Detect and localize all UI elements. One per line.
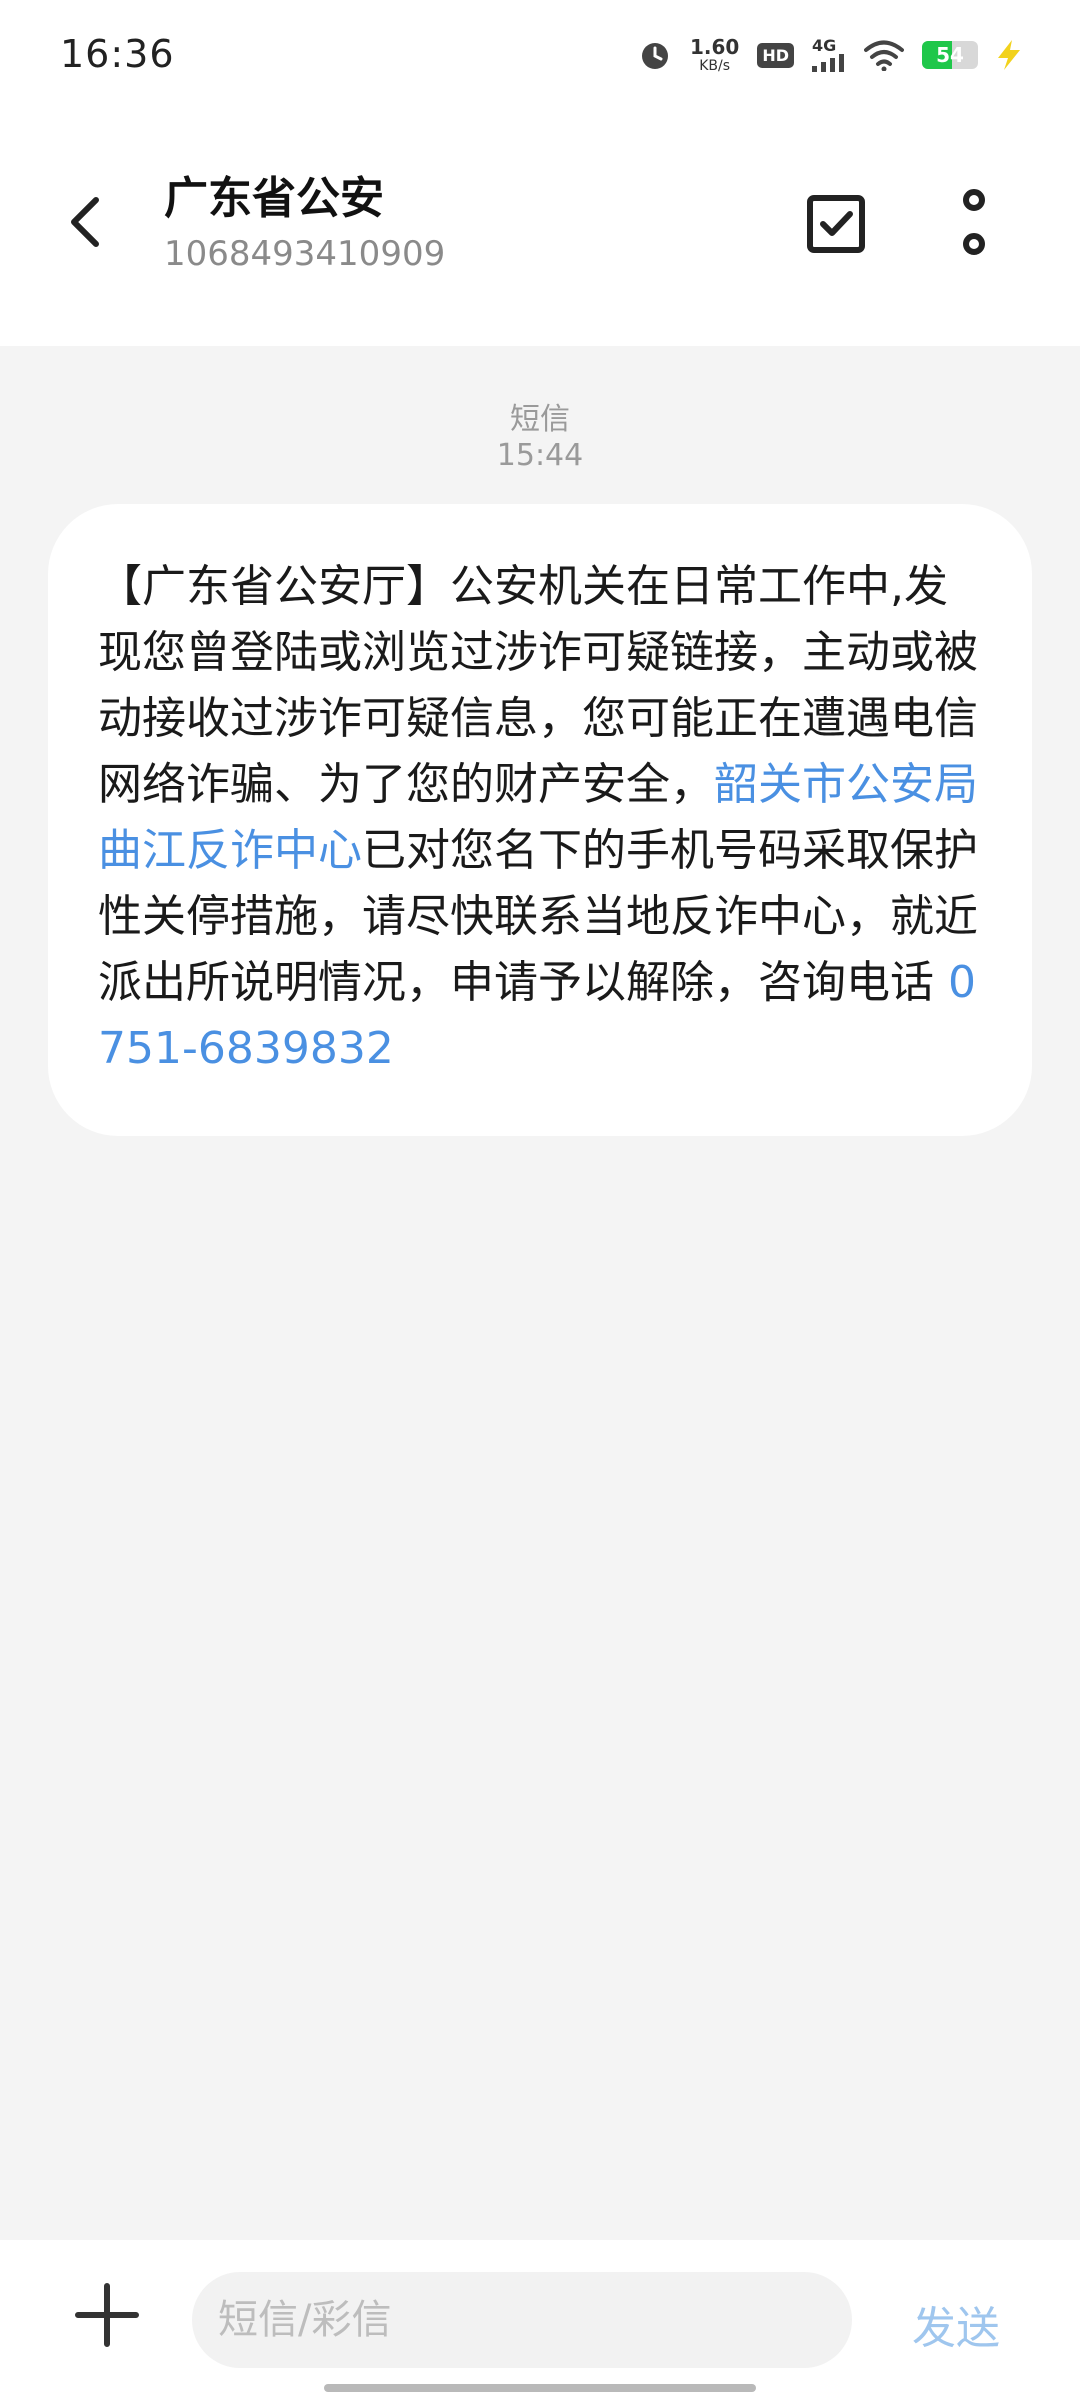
message-bubble[interactable]: 【广东省公安厅】公安机关在日常工作中,发现您曾登陆或浏览过涉诈可疑链接，主动或被…: [48, 504, 1032, 1136]
status-bar: 16:36 1.60 KB/s HD 4G 54: [0, 0, 1080, 110]
contact-name: 广东省公安: [164, 173, 384, 224]
hd-icon: HD: [757, 42, 794, 68]
wifi-icon: [864, 40, 904, 71]
message-text: 【广东省公安厅】公安机关在日常工作中,发现您曾登陆或浏览过涉诈可疑链接，主动或被…: [98, 554, 982, 1082]
add-attachment-icon[interactable]: [74, 2282, 140, 2348]
status-icons: 1.60 KB/s HD 4G 54: [638, 30, 1022, 80]
battery-level: 54: [936, 43, 964, 67]
charging-icon: [998, 40, 1020, 70]
message-timestamp: 15:44: [496, 438, 584, 473]
message-type-label: 短信: [510, 402, 570, 437]
send-button[interactable]: 发送: [912, 2292, 1000, 2356]
more-options-icon[interactable]: [944, 186, 1004, 262]
net-speed-unit: KB/s: [699, 58, 731, 74]
net-speed: 1.60 KB/s: [690, 37, 739, 73]
battery-icon: 54: [922, 41, 978, 69]
home-indicator[interactable]: [324, 2384, 756, 2392]
contact-number: 1068493410909: [164, 234, 446, 274]
status-time: 16:36: [60, 32, 175, 76]
back-icon[interactable]: [56, 190, 120, 254]
signal-bars: [812, 54, 844, 72]
message-input[interactable]: [192, 2272, 852, 2368]
signal-icon: 4G: [812, 38, 846, 72]
alarm-icon: [641, 43, 668, 69]
sms-conversation-screen: 16:36 1.60 KB/s HD 4G 54 广东省公安 106849341…: [0, 0, 1080, 2400]
multi-select-icon[interactable]: [806, 194, 866, 254]
net-speed-value: 1.60: [689, 35, 740, 59]
message-list[interactable]: 短信 15:44 【广东省公安厅】公安机关在日常工作中,发现您曾登陆或浏览过涉诈…: [0, 346, 1080, 2240]
compose-bar: 发送: [0, 2240, 1080, 2400]
conversation-header: 广东省公安 1068493410909: [0, 110, 1080, 346]
network-type-label: 4G: [812, 36, 837, 55]
